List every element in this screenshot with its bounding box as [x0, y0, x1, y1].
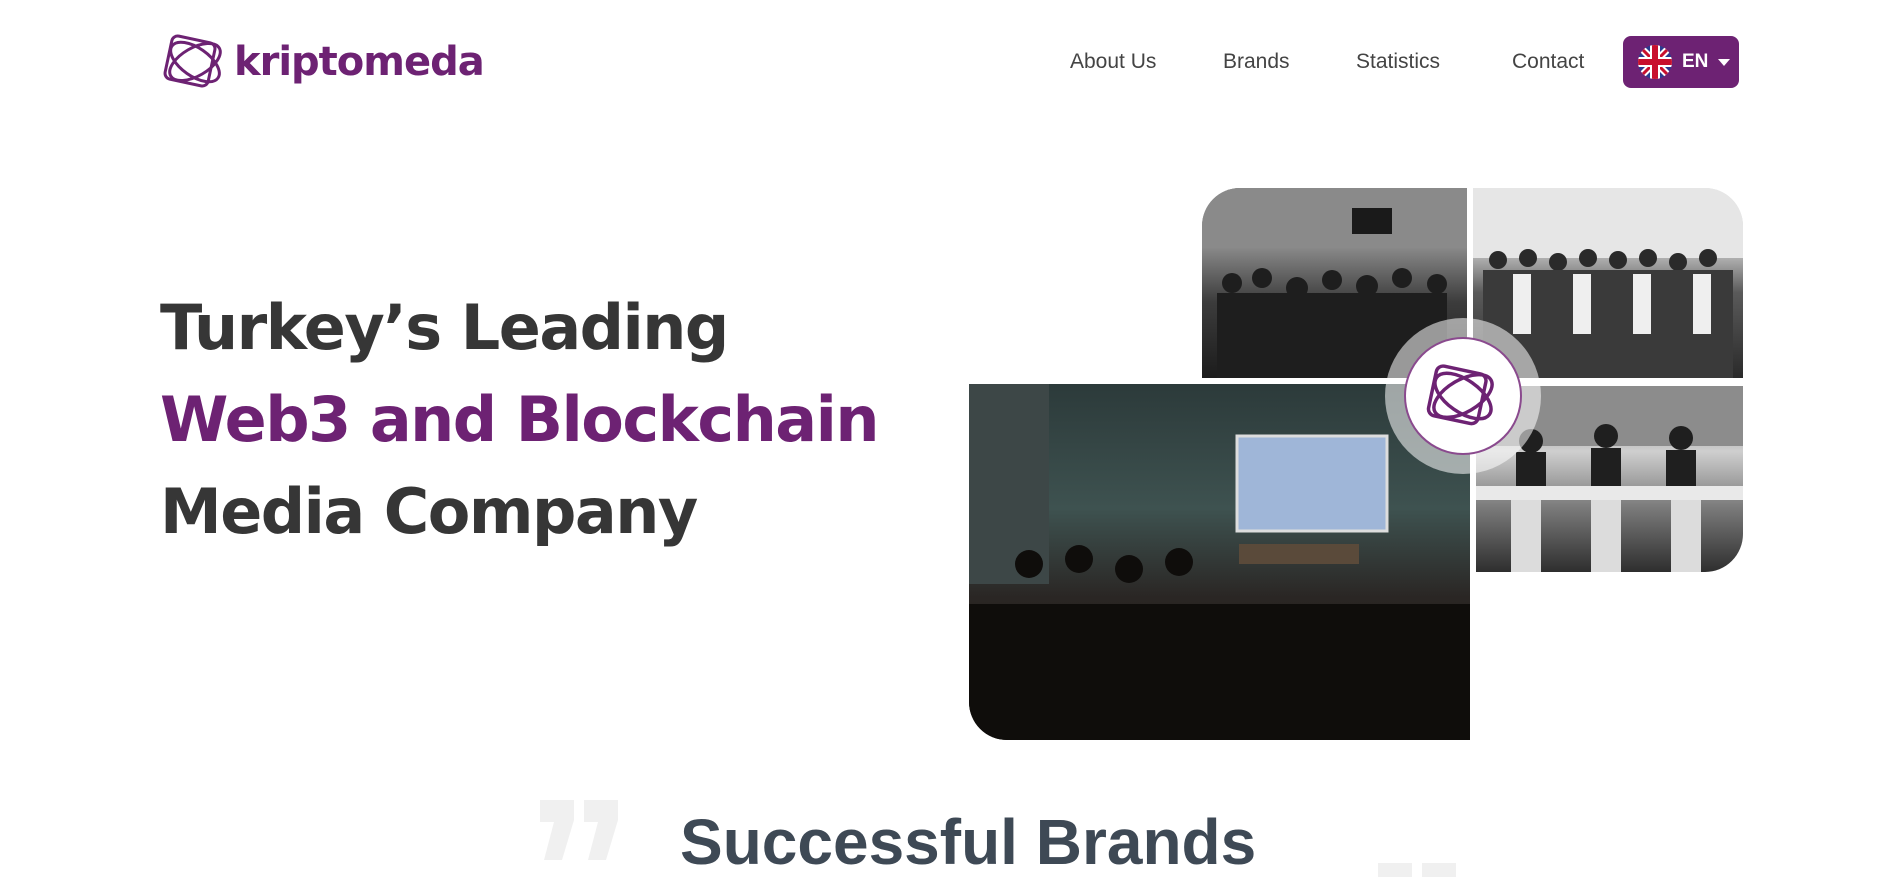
language-selector[interactable]: EN — [1623, 36, 1739, 88]
hero-line-2: Web3 and Blockchain — [160, 383, 879, 456]
quote-mark-icon — [1378, 863, 1456, 877]
hero-line-1: Turkey’s Leading — [160, 291, 729, 364]
event-photo-panel-audience — [969, 384, 1470, 740]
nav-brands[interactable]: Brands — [1223, 50, 1290, 74]
site-logo[interactable]: kriptomeda — [162, 33, 485, 91]
logo-badge — [1385, 318, 1541, 474]
language-label: EN — [1682, 51, 1709, 72]
uk-flag-icon — [1638, 45, 1672, 79]
kriptomeda-logo-icon — [163, 34, 222, 88]
hero-title: Turkey’s Leading Web3 and Blockchain Med… — [160, 282, 880, 558]
site-header: kriptomeda About Us Brands Statistics Co… — [0, 0, 1900, 124]
nav-statistics[interactable]: Statistics — [1356, 50, 1440, 74]
chevron-down-icon — [1718, 58, 1731, 66]
successful-brands-heading: Successful Brands — [680, 806, 1257, 877]
logo-text: kriptomeda — [234, 39, 485, 85]
hero-line-3: Media Company — [160, 475, 698, 548]
quote-mark-icon — [540, 800, 618, 860]
kriptomeda-badge-icon — [1426, 364, 1494, 426]
nav-contact[interactable]: Contact — [1512, 50, 1584, 74]
nav-about-us[interactable]: About Us — [1070, 50, 1156, 74]
